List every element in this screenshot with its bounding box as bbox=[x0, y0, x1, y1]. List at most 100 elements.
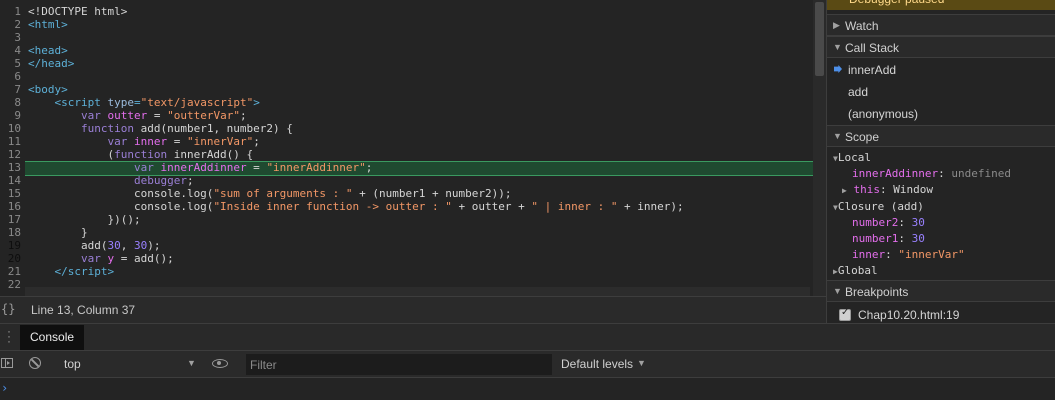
code-line[interactable]: <head> bbox=[28, 44, 812, 57]
breakpoints-section-header[interactable]: ▼ Breakpoints bbox=[827, 280, 1055, 302]
code-line[interactable]: debugger; bbox=[28, 174, 812, 187]
code-line[interactable]: console.log("sum of arguments : " + (num… bbox=[28, 187, 812, 200]
scope-var-row[interactable]: number2: 30 bbox=[852, 216, 925, 229]
code-line[interactable]: var inner = "innerVar"; bbox=[28, 135, 812, 148]
code-line[interactable]: })(); bbox=[28, 213, 812, 226]
code-line[interactable]: function add(number1, number2) { bbox=[28, 122, 812, 135]
scope-this-row[interactable]: ▶ this: Window bbox=[842, 183, 933, 196]
line-number[interactable]: 17 bbox=[0, 213, 25, 226]
clear-console-icon[interactable] bbox=[29, 357, 41, 369]
scope-closure-row[interactable]: ▼Closure (add) bbox=[833, 200, 924, 213]
source-editor[interactable]: 1 2 3 4 5 6 7 8 9 10 11 12 13 14 15 16 17 18 19 20 21 22 <!DO… bbox=[0, 0, 826, 296]
line-number[interactable]: 12 bbox=[0, 148, 25, 161]
tab-console[interactable]: Console bbox=[20, 325, 85, 350]
line-number[interactable]: 5 bbox=[0, 57, 25, 70]
line-number-breakpoint[interactable]: 20 bbox=[0, 252, 25, 265]
horizontal-scrollbar[interactable] bbox=[25, 287, 810, 296]
var-value: Window bbox=[893, 183, 933, 196]
line-number[interactable]: 6 bbox=[0, 70, 25, 83]
chevron-down-icon[interactable]: ▼ bbox=[637, 358, 646, 368]
code-line[interactable]: } bbox=[28, 226, 812, 239]
line-number[interactable]: 7 bbox=[0, 83, 25, 96]
scope-closure-label: Closure (add) bbox=[837, 200, 924, 213]
line-number[interactable]: 4 bbox=[0, 44, 25, 57]
line-number[interactable]: 15 bbox=[0, 187, 25, 200]
collapse-triangle-icon: ▼ bbox=[833, 42, 842, 52]
console-prompt[interactable]: › bbox=[0, 378, 1055, 400]
code-line[interactable]: var outter = "outterVar"; bbox=[28, 109, 812, 122]
line-number[interactable]: 10 bbox=[0, 122, 25, 135]
eye-icon[interactable] bbox=[212, 359, 228, 368]
var-name: inner bbox=[852, 248, 886, 261]
code-line[interactable] bbox=[28, 70, 812, 83]
code-line[interactable] bbox=[28, 31, 812, 44]
line-number-breakpoint[interactable]: 19 bbox=[0, 239, 25, 252]
drawer-menu-icon[interactable]: · · · bbox=[7, 325, 11, 347]
breakpoint-checkbox[interactable] bbox=[839, 307, 851, 321]
code-line[interactable]: </head> bbox=[28, 57, 812, 70]
line-number-gutter[interactable]: 1 2 3 4 5 6 7 8 9 10 11 12 13 14 15 16 17 18 19 20 21 22 bbox=[0, 5, 25, 291]
scope-var-row[interactable]: innerAddinner: undefined bbox=[852, 167, 1011, 180]
scope-var-row[interactable]: number1: 30 bbox=[852, 232, 925, 245]
code-line[interactable]: <html> bbox=[28, 18, 812, 31]
scope-local-row[interactable]: ▼Local bbox=[833, 151, 871, 164]
watch-section-header[interactable]: ▶ Watch bbox=[827, 14, 1055, 36]
code-line[interactable]: var y = add(); bbox=[28, 252, 812, 265]
call-stack-section-header[interactable]: ▼ Call Stack bbox=[827, 36, 1055, 58]
scope-global-row[interactable]: ▶Global bbox=[833, 264, 878, 277]
log-levels-dropdown[interactable]: Default levels bbox=[561, 357, 633, 371]
filter-input[interactable] bbox=[246, 354, 552, 375]
code-line[interactable]: <body> bbox=[28, 83, 812, 96]
show-sidebar-icon[interactable] bbox=[1, 358, 13, 368]
code-line[interactable]: <script type="text/javascript"> bbox=[28, 96, 812, 109]
var-value: undefined bbox=[951, 167, 1011, 180]
line-number[interactable]: 9 bbox=[0, 109, 25, 122]
breakpoint-location[interactable]: Chap10.20.html:19 bbox=[858, 308, 959, 322]
watch-label: Watch bbox=[845, 19, 879, 33]
line-number[interactable]: 13 bbox=[0, 161, 25, 174]
var-value: "innerVar" bbox=[898, 248, 965, 261]
code-line[interactable]: add(30, 30); bbox=[28, 239, 812, 252]
scope-global-label: Global bbox=[837, 264, 878, 277]
editor-status-bar: {} Line 13, Column 37 bbox=[0, 296, 826, 323]
pretty-print-icon[interactable]: {} bbox=[1, 302, 15, 316]
line-number[interactable]: 16 bbox=[0, 200, 25, 213]
line-number[interactable]: 8 bbox=[0, 96, 25, 109]
chevron-down-icon[interactable]: ▼ bbox=[187, 358, 196, 368]
line-number[interactable]: 18 bbox=[0, 226, 25, 239]
call-stack-label: Call Stack bbox=[845, 41, 900, 55]
code-line[interactable]: <!DOCTYPE html> bbox=[28, 5, 812, 18]
call-frame-label: (anonymous) bbox=[848, 107, 919, 121]
line-number[interactable]: 14 bbox=[0, 174, 25, 187]
line-number[interactable]: 3 bbox=[0, 31, 25, 44]
context-selector[interactable]: top bbox=[64, 357, 81, 371]
breakpoints-label: Breakpoints bbox=[845, 285, 909, 299]
console-toolbar: top ▼ Default levels ▼ bbox=[0, 350, 1055, 378]
line-number[interactable]: 1 bbox=[0, 5, 25, 18]
drawer-tab-bar: · · · Console bbox=[0, 323, 1055, 350]
var-name: this bbox=[853, 183, 880, 196]
line-number[interactable]: 21 bbox=[0, 265, 25, 278]
var-value: 30 bbox=[911, 232, 925, 245]
call-frame-innerAdd[interactable]: innerAdd bbox=[827, 59, 1055, 81]
call-frame-add[interactable]: add bbox=[827, 81, 1055, 103]
line-number[interactable]: 22 bbox=[0, 278, 25, 291]
var-name: number1 bbox=[852, 232, 899, 245]
line-number[interactable]: 11 bbox=[0, 135, 25, 148]
line-number[interactable]: 2 bbox=[0, 18, 25, 31]
code-line[interactable]: (function innerAdd() { bbox=[28, 148, 812, 161]
scope-var-row[interactable]: inner: "innerVar" bbox=[852, 248, 965, 261]
debugger-sidebar: Debugger paused ▶ Watch ▼ Call Stack inn… bbox=[826, 0, 1055, 323]
scope-section-header[interactable]: ▼ Scope bbox=[827, 125, 1055, 147]
code-line[interactable]: console.log("Inside inner function -> ou… bbox=[28, 200, 812, 213]
code-line[interactable]: </script> bbox=[28, 265, 812, 278]
scrollbar-thumb[interactable] bbox=[815, 2, 824, 76]
scope-label: Scope bbox=[845, 130, 880, 144]
call-frame-anonymous[interactable]: (anonymous) bbox=[827, 103, 1055, 125]
expand-triangle-icon: ▶ bbox=[842, 186, 847, 195]
collapse-triangle-icon: ▼ bbox=[833, 131, 842, 141]
code-line[interactable]: var innerAddinner = "innerAddinner"; bbox=[28, 161, 812, 174]
vertical-scrollbar[interactable] bbox=[813, 0, 826, 296]
var-name: number2 bbox=[852, 216, 899, 229]
code-area[interactable]: <!DOCTYPE html> <html> <head> </head> <body>… bbox=[28, 5, 812, 291]
